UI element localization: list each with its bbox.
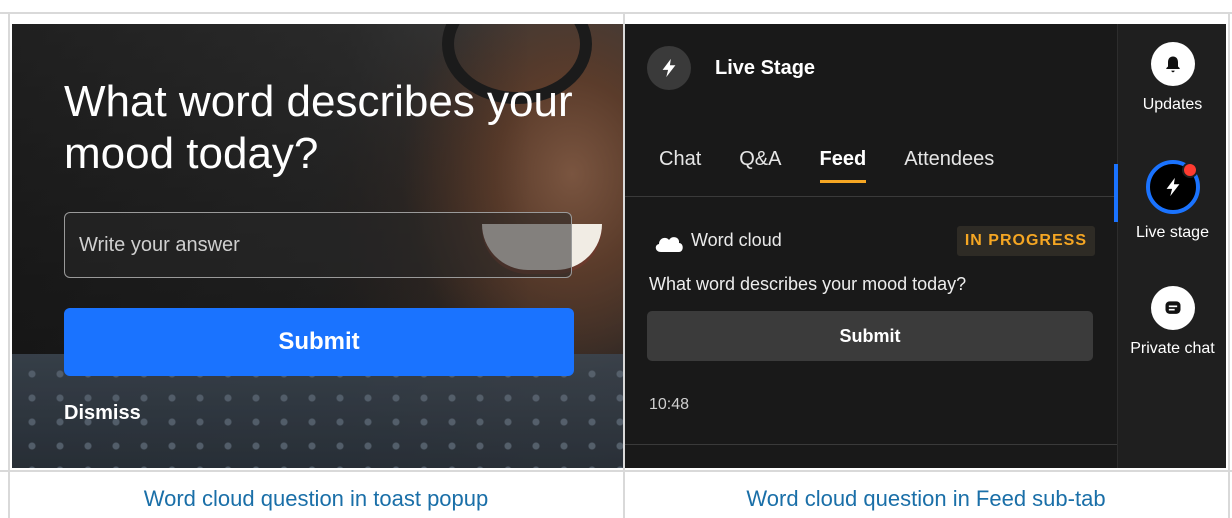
chat-bubble-icon <box>1150 286 1195 330</box>
stage-title: Live Stage <box>715 56 816 79</box>
card-divider <box>625 444 1117 445</box>
live-stage-panel: Live Stage Chat Q&A Feed Attendees Word … <box>625 24 1226 468</box>
card-question: What word describes your mood today? <box>649 274 967 294</box>
rail-label-live-stage: Live stage <box>1136 224 1209 241</box>
toast-popup: What word describes your mood today? Wri… <box>12 24 623 468</box>
stage-header: Live Stage <box>647 46 815 90</box>
tab-feed[interactable]: Feed <box>819 148 866 183</box>
table-border-top <box>0 12 1232 14</box>
status-badge: IN PROGRESS <box>956 226 1095 256</box>
card-timestamp: 10:48 <box>649 396 690 413</box>
cloud-icon <box>655 237 683 252</box>
table-border-left <box>8 12 10 518</box>
toast-submit-button[interactable]: Submit <box>64 308 574 376</box>
table-border-middle <box>0 470 1232 472</box>
tab-attendees[interactable]: Attendees <box>904 148 994 183</box>
card-type-label: Word cloud <box>691 230 782 250</box>
answer-input[interactable]: Write your answer <box>64 212 572 278</box>
lightning-icon <box>1145 160 1200 214</box>
side-rail: Updates Live stage Private chat <box>1114 24 1227 468</box>
caption-toast: Word cloud question in toast popup <box>143 486 489 511</box>
live-stage-main: Live Stage Chat Q&A Feed Attendees Word … <box>625 24 1117 468</box>
bell-icon <box>1150 42 1195 86</box>
tab-bar: Chat Q&A Feed Attendees <box>659 148 1032 183</box>
toast-question: What word describes your mood today? <box>64 77 573 178</box>
tabs-divider <box>625 196 1117 197</box>
rail-item-private-chat[interactable]: Private chat <box>1118 286 1227 358</box>
tab-chat[interactable]: Chat <box>659 148 701 183</box>
table-border-right <box>1228 12 1230 518</box>
card-submit-button[interactable]: Submit <box>647 311 1093 361</box>
toast-content: What word describes your mood today? Wri… <box>64 76 576 424</box>
dismiss-button[interactable]: Dismiss <box>64 402 141 425</box>
tab-qa[interactable]: Q&A <box>739 148 781 183</box>
caption-feed: Word cloud question in Feed sub-tab <box>746 486 1106 511</box>
rail-label-updates: Updates <box>1142 96 1203 113</box>
lightning-icon <box>647 46 691 90</box>
rail-item-live-stage[interactable]: Live stage <box>1118 160 1227 242</box>
rail-item-updates[interactable]: Updates <box>1118 42 1227 114</box>
word-cloud-card-header: Word cloud IN PROGRESS <box>649 226 1095 258</box>
rail-label-private-chat: Private chat <box>1130 340 1215 357</box>
notification-dot <box>1181 162 1198 178</box>
